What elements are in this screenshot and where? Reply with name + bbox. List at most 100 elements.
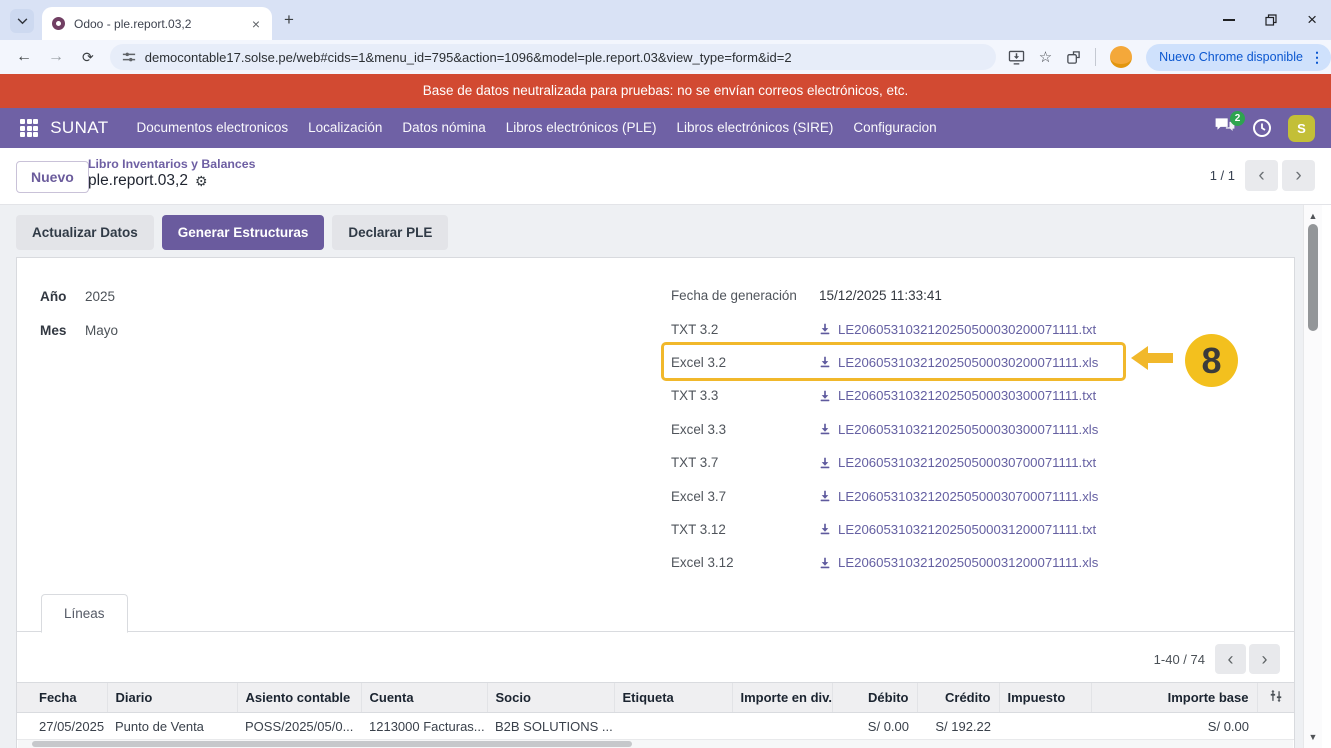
column-header[interactable]: Diario: [107, 683, 237, 713]
table-cell: [999, 713, 1091, 740]
file-download-link[interactable]: LE2060531032120250500030300071111.xls: [819, 422, 1098, 437]
odoo-favicon: [52, 17, 65, 30]
column-header[interactable]: Importe base: [1091, 683, 1257, 713]
pager-next-button[interactable]: ›: [1282, 160, 1315, 191]
generation-date-label: Fecha de generación: [671, 288, 819, 303]
year-value[interactable]: 2025: [85, 289, 115, 304]
file-download-link[interactable]: LE2060531032120250500031200071111.txt: [819, 522, 1096, 537]
actualizar-datos-button[interactable]: Actualizar Datos: [16, 215, 154, 250]
horizontal-scrollbar-thumb[interactable]: [32, 741, 632, 747]
table-cell: S/ 0.00: [832, 713, 917, 740]
tab-search-button[interactable]: [10, 9, 34, 33]
vertical-scrollbar[interactable]: ▲ ▼: [1303, 205, 1322, 748]
breadcrumb-record: ple.report.03,2: [88, 172, 188, 190]
nav-menu-item[interactable]: Libros electrónicos (PLE): [496, 108, 667, 148]
lines-next-button[interactable]: ›: [1249, 644, 1280, 674]
file-label: TXT 3.3: [671, 388, 819, 403]
toolbar-actions: ☆ Nuevo Chrome disponible ⋮: [1008, 44, 1331, 71]
activities-clock-icon[interactable]: [1252, 118, 1272, 138]
chrome-update-label: Nuevo Chrome disponible: [1159, 50, 1303, 64]
adjust-columns-icon: [1269, 689, 1283, 703]
generation-fields: Fecha de generación 15/12/2025 11:33:41 …: [661, 279, 1139, 580]
bookmark-star-icon[interactable]: ☆: [1039, 48, 1052, 66]
browser-menu-icon[interactable]: ⋮: [1310, 49, 1324, 66]
column-header[interactable]: Asiento contable: [237, 683, 361, 713]
nav-menu-item-label: Libros electrónicos (SIRE): [677, 120, 834, 135]
file-row: Excel 3.12 LE206053103212025050003120007…: [661, 546, 1139, 579]
vertical-scrollbar-thumb[interactable]: [1308, 224, 1318, 331]
forward-icon[interactable]: →: [48, 48, 64, 66]
pager-previous-button[interactable]: ‹: [1245, 160, 1278, 191]
address-bar[interactable]: democontable17.solse.pe/web#cids=1&menu_…: [110, 44, 996, 70]
form-view: Actualizar Datos Generar Estructuras Dec…: [0, 205, 1331, 748]
breadcrumb-parent[interactable]: Libro Inventarios y Balances: [88, 157, 255, 171]
column-header[interactable]: Etiqueta: [614, 683, 732, 713]
generar-estructuras-button[interactable]: Generar Estructuras: [162, 215, 325, 250]
site-settings-icon[interactable]: [122, 50, 136, 64]
minimize-icon[interactable]: [1223, 19, 1235, 21]
scroll-down-icon[interactable]: ▼: [1304, 732, 1322, 742]
lines-table: FechaDiarioAsiento contableCuentaSocioEt…: [17, 682, 1294, 740]
nav-menu-item[interactable]: Libros electrónicos (SIRE): [667, 108, 844, 148]
tab-lineas[interactable]: Líneas: [41, 594, 128, 633]
table-row[interactable]: 27/05/2025Punto de VentaPOSS/2025/05/0..…: [17, 713, 1294, 740]
nav-menu-item[interactable]: Localización: [298, 108, 392, 148]
horizontal-scrollbar[interactable]: [18, 740, 1293, 748]
messages-button[interactable]: 2: [1214, 117, 1236, 139]
lines-previous-button[interactable]: ‹: [1215, 644, 1246, 674]
nav-menu-item[interactable]: Datos nómina: [392, 108, 495, 148]
column-header[interactable]: Socio: [487, 683, 614, 713]
reload-icon[interactable]: ⟳: [82, 49, 94, 66]
column-options-button[interactable]: [1257, 683, 1294, 713]
table-cell: [732, 713, 832, 740]
file-name: LE2060531032120250500030300071111.txt: [838, 388, 1096, 403]
file-download-link[interactable]: LE2060531032120250500030300071111.txt: [819, 388, 1096, 403]
download-icon: [819, 390, 831, 402]
nav-menu-item[interactable]: Configuracion: [843, 108, 946, 148]
file-download-link[interactable]: LE2060531032120250500031200071111.xls: [819, 555, 1098, 570]
column-header[interactable]: Impuesto: [999, 683, 1091, 713]
tab-title: Odoo - ple.report.03,2: [74, 17, 250, 31]
nav-menu-item-label: Documentos electronicos: [137, 120, 289, 135]
record-pager: 1 / 1 ‹ ›: [1210, 160, 1315, 191]
install-icon[interactable]: [1008, 50, 1025, 65]
column-header[interactable]: Débito: [832, 683, 917, 713]
gear-icon[interactable]: ⚙: [195, 173, 208, 190]
month-value[interactable]: Mayo: [85, 323, 118, 338]
download-icon: [819, 557, 831, 569]
apps-grid-icon[interactable]: [20, 119, 38, 137]
column-header[interactable]: Cuenta: [361, 683, 487, 713]
pager-count: 1 / 1: [1210, 168, 1235, 183]
profile-avatar[interactable]: [1110, 46, 1132, 68]
column-header[interactable]: Importe en div...: [732, 683, 832, 713]
file-row: TXT 3.2 LE206053103212025050003020007111…: [661, 312, 1139, 345]
new-tab-button[interactable]: +: [284, 10, 294, 30]
file-label: Excel 3.12: [671, 555, 819, 570]
file-download-link[interactable]: LE2060531032120250500030700071111.xls: [819, 489, 1098, 504]
declarar-ple-button[interactable]: Declarar PLE: [332, 215, 448, 250]
column-header[interactable]: Crédito: [917, 683, 999, 713]
back-icon[interactable]: ←: [16, 48, 32, 66]
table-cell: POSS/2025/05/0...: [237, 713, 361, 740]
scroll-up-icon[interactable]: ▲: [1304, 211, 1322, 221]
tab-close-icon[interactable]: ×: [250, 16, 262, 32]
chrome-update-button[interactable]: Nuevo Chrome disponible ⋮: [1146, 44, 1331, 71]
lines-pager: 1-40 / 74 ‹ ›: [1154, 644, 1280, 674]
file-label: TXT 3.12: [671, 522, 819, 537]
browser-tabstrip: Odoo - ple.report.03,2 × + ×: [0, 0, 1331, 40]
close-icon[interactable]: ×: [1307, 12, 1317, 28]
file-name: LE2060531032120250500031200071111.xls: [838, 555, 1098, 570]
app-brand[interactable]: SUNAT: [50, 118, 108, 138]
column-header[interactable]: Fecha: [17, 683, 107, 713]
table-cell: 27/05/2025: [17, 713, 107, 740]
file-download-link[interactable]: LE2060531032120250500030700071111.txt: [819, 455, 1096, 470]
new-record-button[interactable]: Nuevo: [16, 161, 89, 193]
extensions-icon[interactable]: [1066, 50, 1081, 65]
user-avatar[interactable]: S: [1288, 115, 1315, 142]
file-download-link[interactable]: LE2060531032120250500030200071111.txt: [819, 322, 1096, 337]
restore-icon[interactable]: [1265, 14, 1277, 26]
url-text: democontable17.solse.pe/web#cids=1&menu_…: [145, 50, 792, 65]
file-row: TXT 3.3 LE206053103212025050003030007111…: [661, 379, 1139, 412]
browser-tab[interactable]: Odoo - ple.report.03,2 ×: [42, 7, 272, 40]
nav-menu-item[interactable]: Documentos electronicos: [127, 108, 299, 148]
